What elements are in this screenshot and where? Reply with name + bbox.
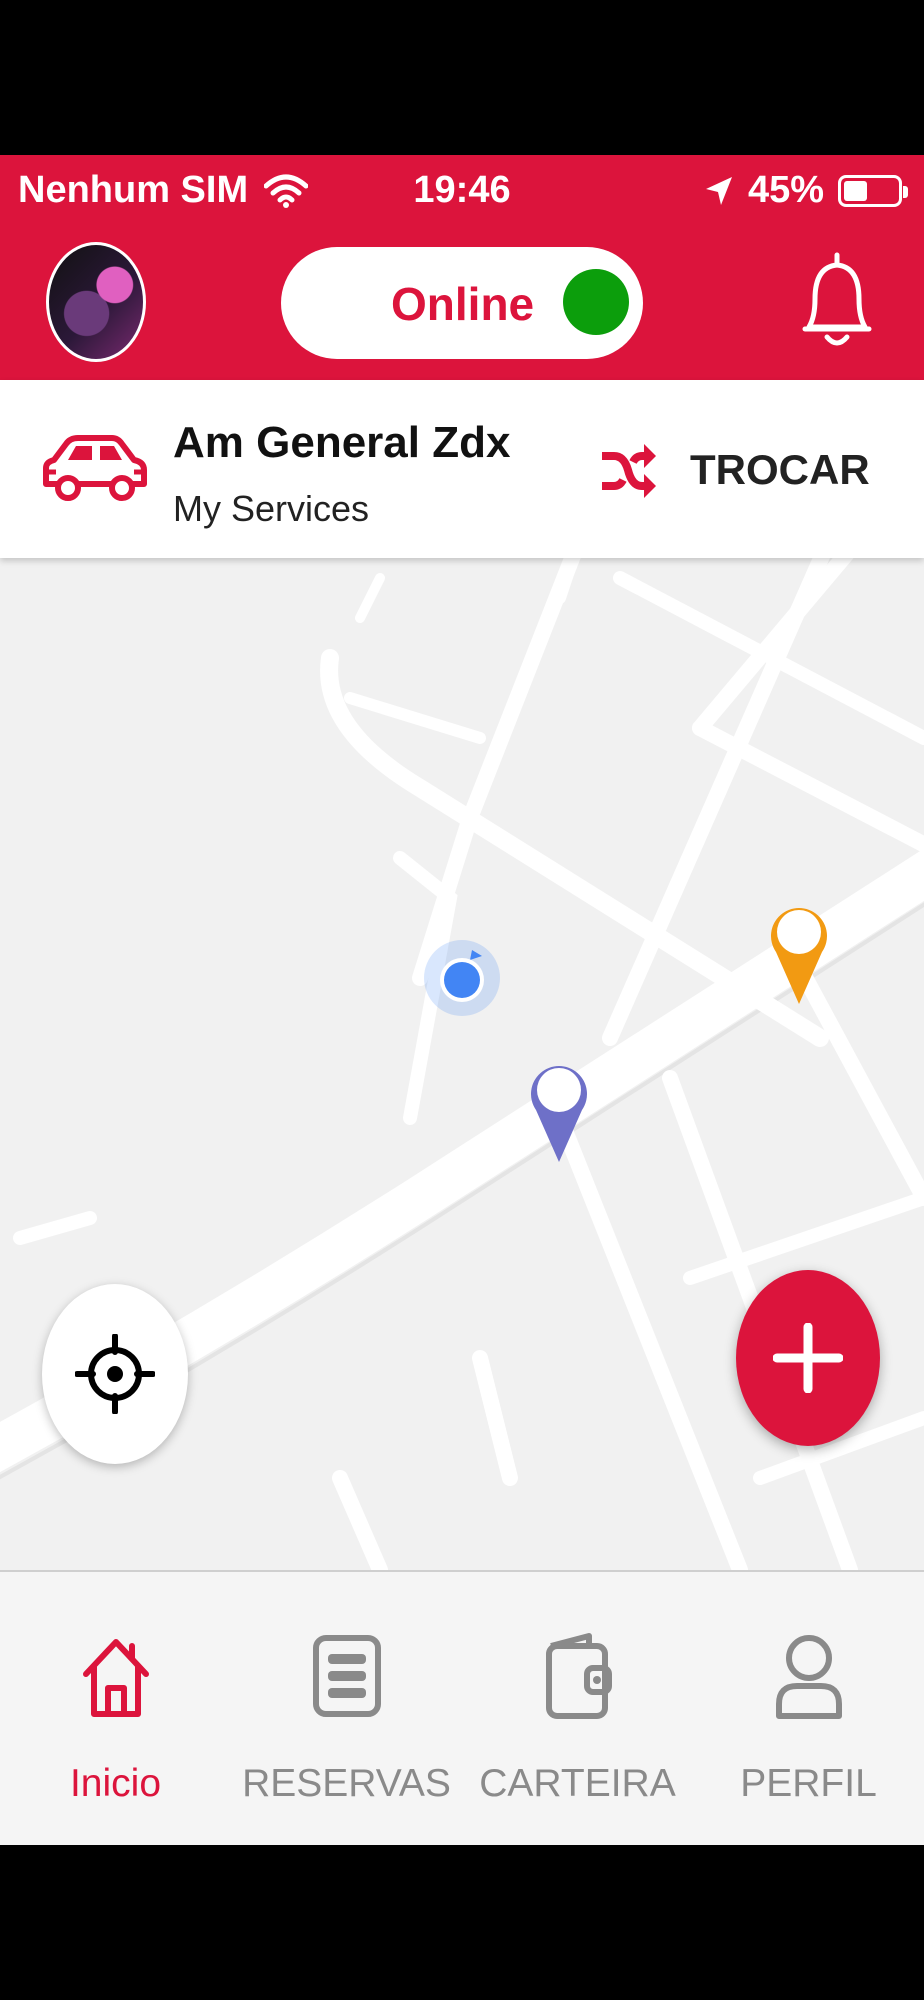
list-icon bbox=[312, 1635, 381, 1717]
bottom-letterbox bbox=[0, 1845, 924, 2000]
car-icon bbox=[43, 435, 147, 501]
nav-label-carteira: CARTEIRA bbox=[479, 1762, 676, 1805]
map-view[interactable] bbox=[0, 558, 924, 1570]
current-location-marker bbox=[424, 940, 500, 1016]
purple-pin-marker[interactable] bbox=[528, 1056, 590, 1164]
online-status-toggle[interactable]: Online bbox=[281, 247, 643, 359]
home-icon bbox=[82, 1639, 149, 1717]
status-bar: Nenhum SIM 19:46 45% bbox=[0, 155, 924, 227]
vehicle-subtitle: My Services bbox=[173, 488, 370, 529]
plus-icon bbox=[773, 1323, 843, 1393]
vehicle-bar: Am General Zdx My Services TROCAR bbox=[0, 380, 924, 558]
user-icon bbox=[775, 1635, 842, 1719]
switch-vehicle-label: TROCAR bbox=[690, 446, 870, 493]
location-arrow-icon bbox=[705, 176, 732, 205]
vehicle-name: Am General Zdx bbox=[173, 418, 511, 467]
bell-icon[interactable] bbox=[795, 247, 879, 357]
avatar[interactable] bbox=[46, 242, 146, 362]
nav-label-reservas: RESERVAS bbox=[242, 1762, 451, 1805]
battery-percent: 45% bbox=[747, 169, 824, 211]
crosshair-icon bbox=[75, 1334, 155, 1414]
wallet-icon bbox=[545, 1633, 612, 1719]
online-status-label: Online bbox=[391, 278, 535, 330]
nav-label-perfil: PERFIL bbox=[740, 1762, 877, 1805]
nav-item-reservas[interactable]: RESERVAS bbox=[231, 1572, 462, 1845]
nav-item-perfil[interactable]: PERFIL bbox=[693, 1572, 924, 1845]
bottom-nav: Inicio RESERVAS CARTEIRA PERFIL bbox=[0, 1570, 924, 1845]
switch-vehicle-button[interactable]: TROCAR bbox=[590, 436, 880, 506]
nav-item-inicio[interactable]: Inicio bbox=[0, 1572, 231, 1845]
add-button[interactable] bbox=[736, 1270, 880, 1446]
nav-item-carteira[interactable]: CARTEIRA bbox=[462, 1572, 693, 1845]
app-header: Online bbox=[0, 227, 924, 380]
battery-tip bbox=[903, 185, 908, 198]
nav-label-inicio: Inicio bbox=[69, 1762, 162, 1805]
battery-fill bbox=[844, 180, 867, 201]
locate-me-button[interactable] bbox=[42, 1284, 188, 1464]
top-letterbox bbox=[0, 0, 924, 155]
online-status-indicator bbox=[563, 269, 629, 335]
battery-icon bbox=[838, 174, 908, 207]
orange-pin-marker[interactable] bbox=[768, 898, 830, 1006]
shuffle-icon bbox=[602, 444, 656, 498]
status-right: 45% bbox=[704, 169, 908, 212]
